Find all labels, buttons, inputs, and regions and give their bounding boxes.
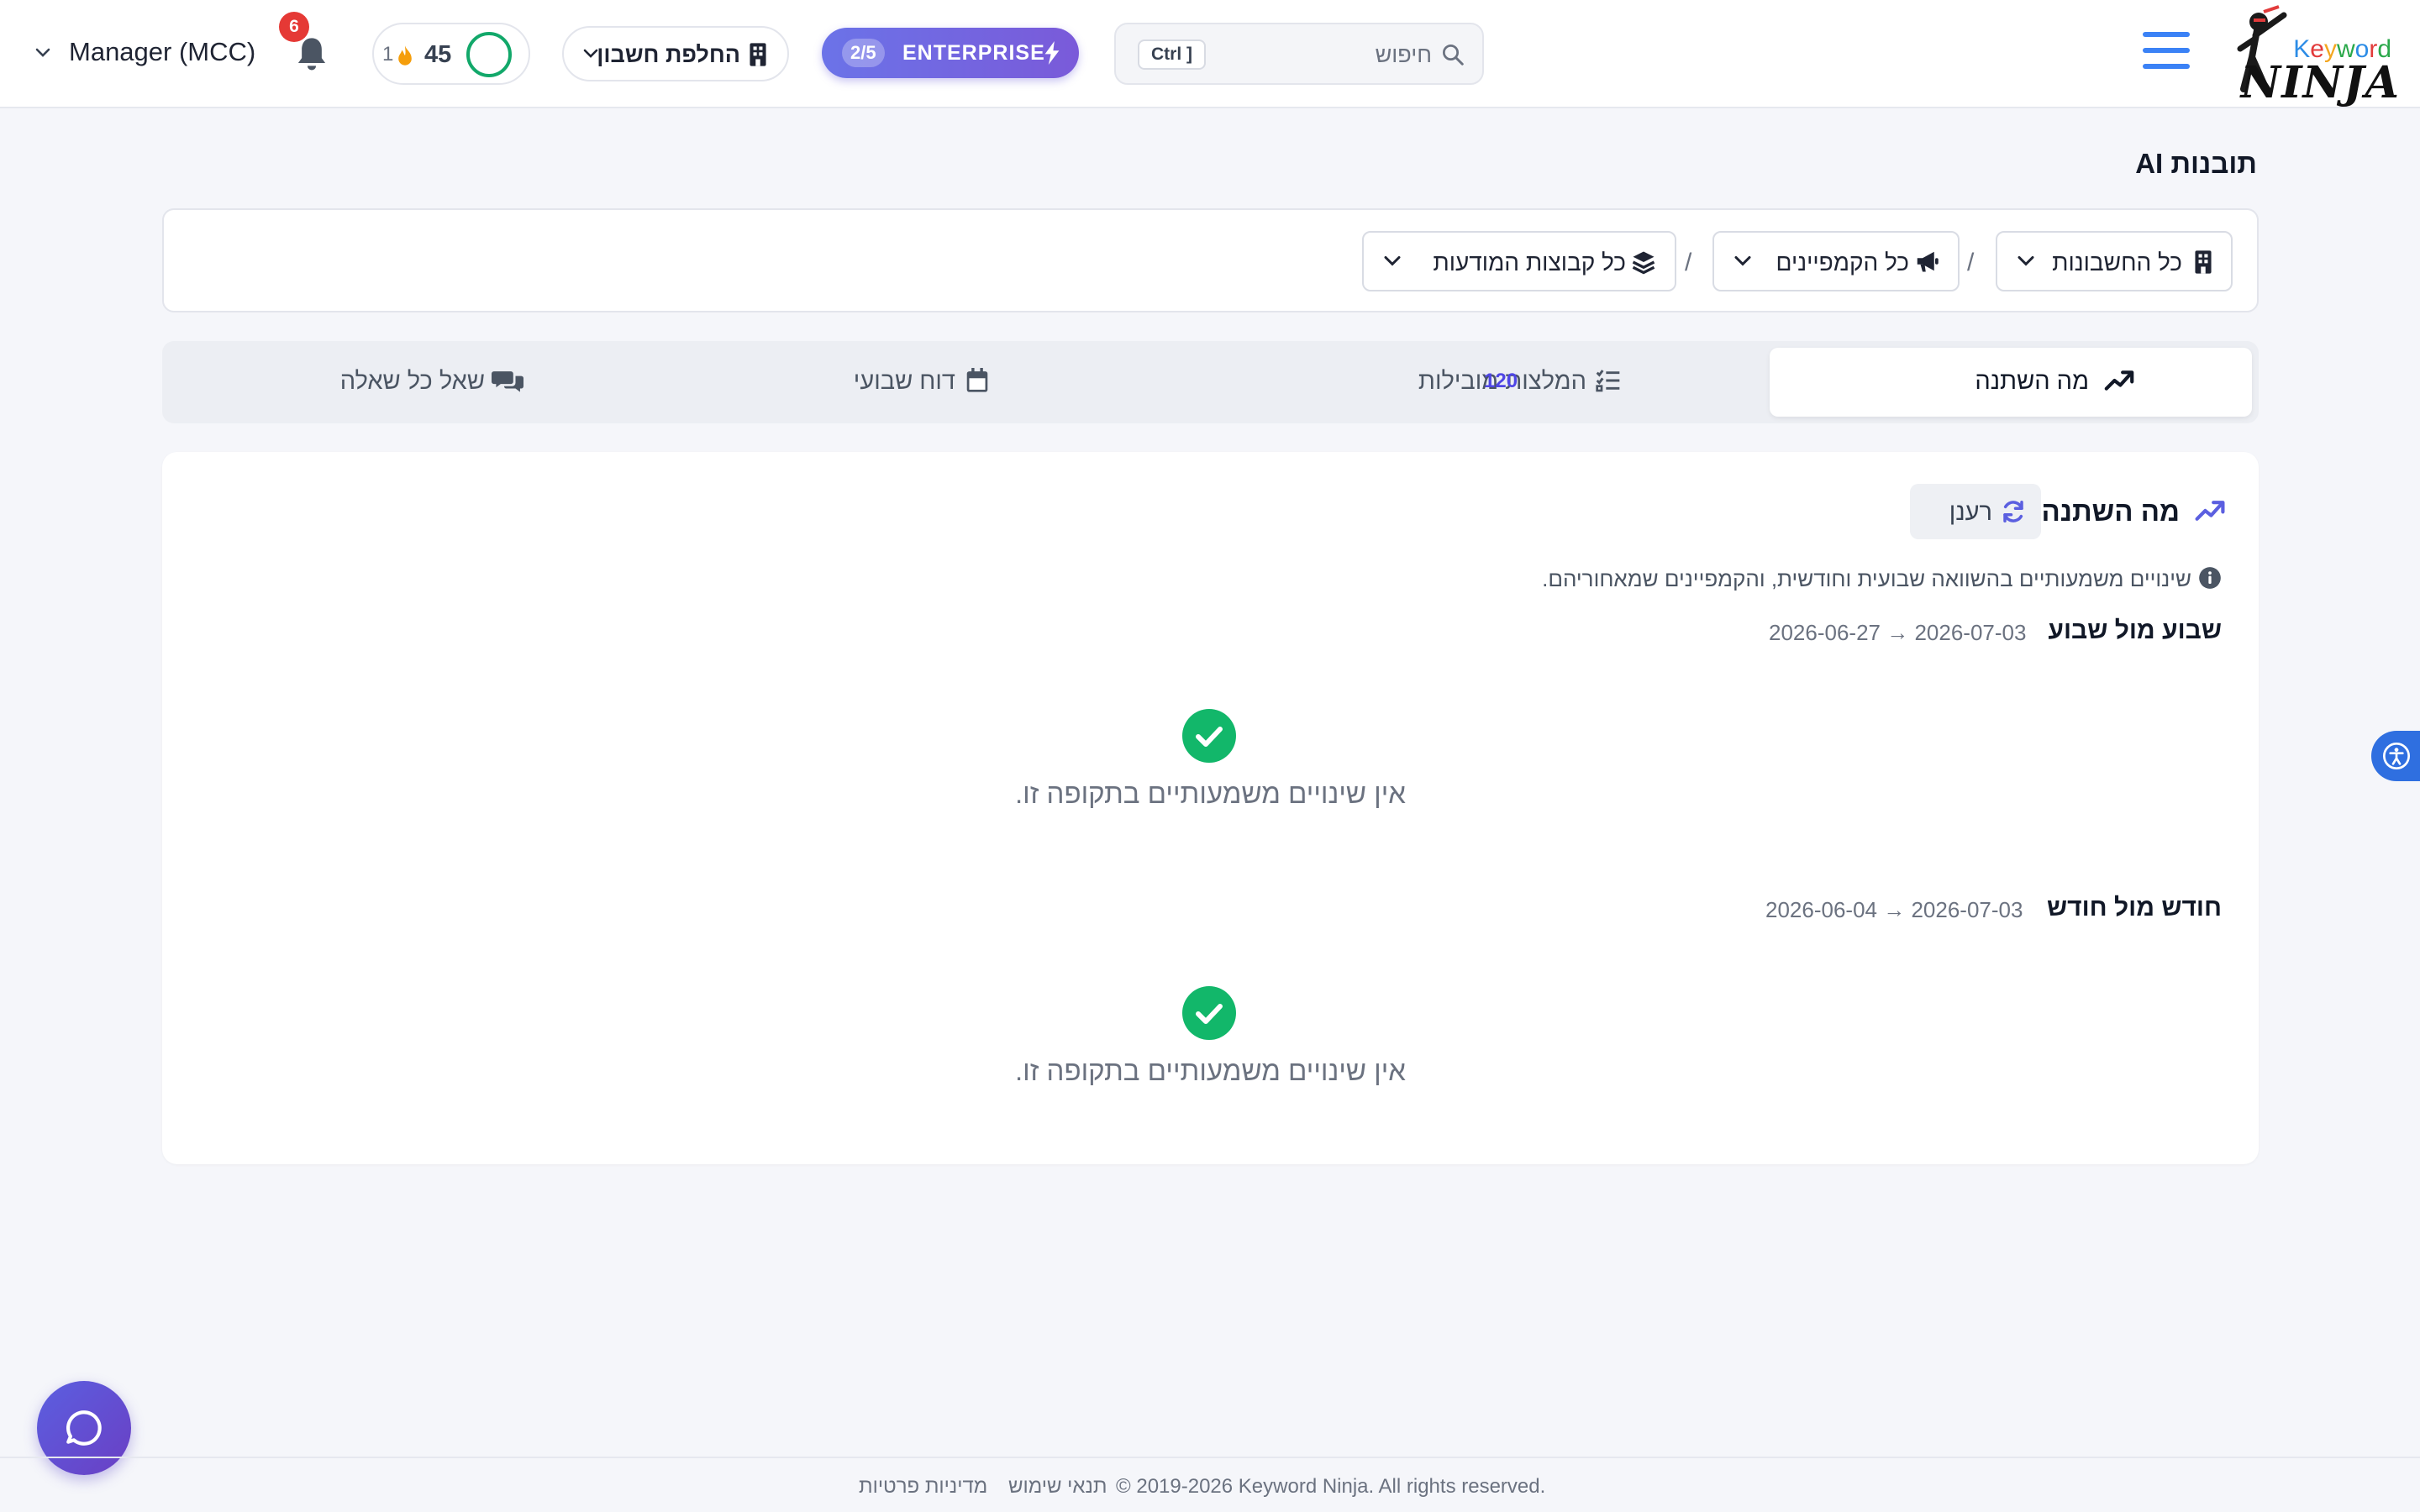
tab-weekly-report[interactable]: דוח שבועי — [700, 348, 1221, 417]
hamburger-icon — [2143, 32, 2190, 37]
hamburger-line — [2143, 48, 2190, 53]
card-subtitle: שינויים משמעותיים בהשוואה שבועית וחודשית… — [1542, 566, 2191, 591]
score-ring-icon — [466, 32, 512, 77]
top-bar: Keyword NINJA Ctrl ] 2/5 ENTERPRISE — [0, 0, 2420, 108]
bolt-icon — [1044, 41, 1060, 65]
period-range-weekly: 2026-06-27 → 2026-07-03 — [1769, 620, 2027, 645]
info-icon — [2199, 567, 2221, 589]
plan-usage-badge: 2/5 — [842, 39, 885, 67]
search-box[interactable]: Ctrl ] — [1114, 23, 1484, 85]
page-title: תובנות AI — [2135, 148, 2257, 179]
recommendations-count: 120 — [1484, 370, 1518, 392]
calendar-icon — [966, 368, 988, 392]
tab-top-recommendations[interactable]: המלצות מובילות 120 — [1235, 348, 1756, 417]
building-icon — [750, 43, 766, 66]
logo-ninja-text: NINJA — [2240, 57, 2400, 108]
tab-label: דוח שבועי — [853, 368, 955, 395]
tab-ask-anything[interactable]: שאל כל שאלה — [171, 348, 692, 417]
footer-terms-link[interactable]: תנאי שימוש — [1008, 1475, 1107, 1499]
tab-what-changed[interactable]: מה השתנה — [1770, 348, 2252, 417]
period-range-monthly: 2026-06-04 → 2026-07-03 — [1765, 897, 2023, 922]
what-changed-card: מה השתנה רענן שינויים משמעותיים בהשוואה … — [162, 452, 2259, 1164]
search-input[interactable] — [1264, 38, 1432, 71]
insights-tabs: מה השתנה המלצות מובילות 120 דוח שבועי שא… — [162, 341, 2259, 423]
switch-account-button[interactable]: החלפת חשבון — [562, 26, 789, 81]
plan-badge-button[interactable]: 2/5 ENTERPRISE — [822, 28, 1079, 78]
menu-toggle-button[interactable] — [2143, 32, 2190, 74]
megaphone-icon — [1917, 251, 1939, 272]
trending-up-icon — [2104, 370, 2134, 391]
layers-icon — [1632, 251, 1655, 275]
search-icon — [1443, 45, 1464, 66]
building-icon — [2195, 250, 2212, 274]
refresh-button[interactable]: רענן — [1910, 484, 2041, 539]
comments-icon — [492, 371, 523, 392]
empty-state-message: אין שינויים משמעותיים בתקופה זו. — [1014, 1055, 1407, 1086]
footer-copyright: © 2019-2026 Keyword Ninja. All rights re… — [1116, 1475, 1546, 1498]
chevron-down-icon — [35, 48, 50, 57]
accounts-filter-label: כל החשבונות — [2052, 249, 2182, 276]
ad-groups-filter-label: כל קבוצות המודעות — [1433, 249, 1626, 276]
campaigns-filter-label: כל הקמפיינים — [1776, 249, 1909, 276]
switch-account-label: החלפת חשבון — [597, 42, 740, 67]
refresh-icon — [2003, 501, 2023, 522]
breadcrumb-separator: / — [1967, 249, 1975, 276]
empty-state-message: אין שינויים משמעותיים בתקופה זו. — [1014, 778, 1407, 809]
notification-count-badge: 6 — [279, 12, 309, 42]
search-shortcut-hint: Ctrl ] — [1138, 39, 1206, 70]
plan-label: ENTERPRISE — [902, 41, 1045, 65]
tab-label: מה השתנה — [1975, 368, 2089, 395]
hamburger-line — [2143, 64, 2190, 69]
flame-icon — [398, 45, 412, 66]
footer: © 2019-2026 Keyword Ninja. All rights re… — [0, 1457, 2420, 1512]
check-circle-icon — [1182, 986, 1236, 1040]
chevron-down-icon — [2018, 255, 2034, 266]
tab-label: שאל כל שאלה — [339, 368, 485, 395]
score-widget[interactable]: 45 1 — [372, 23, 530, 85]
list-check-icon — [1596, 370, 1620, 392]
chevron-down-icon — [583, 49, 598, 58]
accounts-filter-select[interactable]: כל החשבונות — [1996, 231, 2233, 291]
card-title: מה השתנה — [2041, 496, 2180, 527]
accessibility-icon — [2383, 743, 2410, 769]
accessibility-button[interactable] — [2371, 731, 2420, 781]
trending-up-icon — [2195, 501, 2225, 521]
check-circle-icon — [1182, 709, 1236, 763]
account-name: Manager (MCC) — [69, 37, 256, 66]
app-logo[interactable]: Keyword NINJA — [2235, 5, 2403, 108]
chevron-down-icon — [1384, 255, 1401, 266]
page: Keyword NINJA Ctrl ] 2/5 ENTERPRISE — [0, 0, 2420, 1512]
streak-value: 1 — [382, 43, 394, 66]
refresh-label: רענן — [1949, 499, 1992, 526]
chevron-down-icon — [1734, 255, 1751, 266]
campaigns-filter-select[interactable]: כל הקמפיינים — [1712, 231, 1960, 291]
score-value: 45 — [424, 41, 452, 68]
period-title-monthly: חודש מול חודש — [2046, 894, 2222, 921]
breadcrumb-separator: / — [1685, 249, 1692, 276]
ad-groups-filter-select[interactable]: כל קבוצות המודעות — [1362, 231, 1676, 291]
chat-bubble-icon — [66, 1410, 102, 1446]
footer-privacy-link[interactable]: מדיניות פרטיות — [859, 1475, 987, 1499]
filter-bar: כל החשבונות / כל הקמפיינים / כל קבוצות ה… — [162, 208, 2259, 312]
period-title-weekly: שבוע מול שבוע — [2048, 617, 2222, 644]
